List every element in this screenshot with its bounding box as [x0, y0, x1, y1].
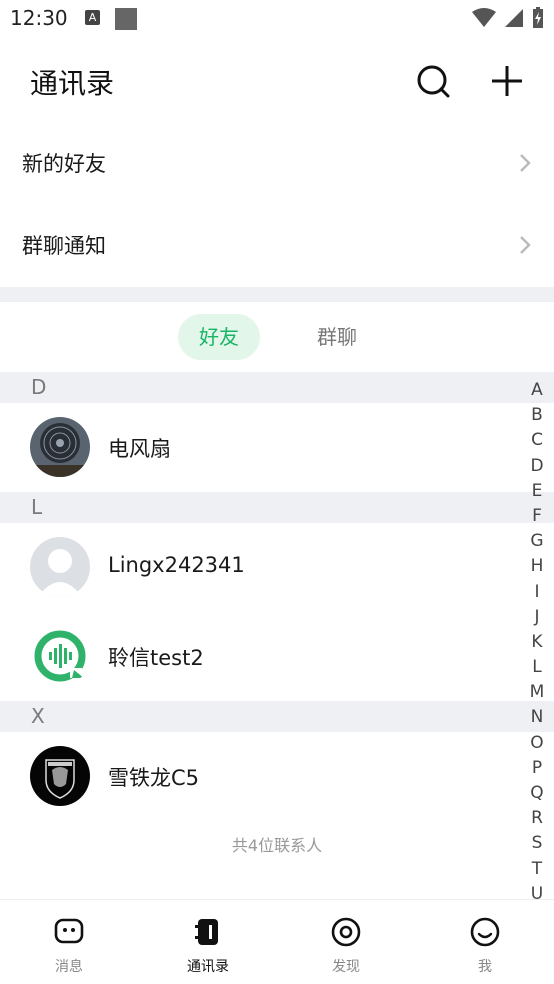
peugeot-logo-icon [30, 746, 90, 806]
search-icon [417, 65, 450, 98]
nav-messages[interactable]: 消息 [0, 900, 138, 984]
nav-label: 通讯录 [187, 959, 229, 975]
nav-me[interactable]: 我 [416, 900, 554, 984]
alphabet-index[interactable]: ABCDEFGHIJKLMNOPQRSTU [526, 378, 548, 907]
default-avatar-icon [30, 537, 90, 597]
notification-icon: A [85, 10, 100, 25]
alphabet-letter[interactable]: I [526, 580, 548, 605]
status-icons [472, 7, 544, 29]
tab-groups[interactable]: 群聊 [296, 314, 378, 360]
nav-label: 我 [478, 959, 492, 975]
add-button[interactable] [488, 62, 526, 100]
contact-name: 聆信test2 [108, 646, 204, 670]
alphabet-letter[interactable]: Q [526, 781, 548, 806]
lingxin-logo-icon [30, 626, 90, 686]
alphabet-letter[interactable]: S [526, 831, 548, 856]
avatar [30, 537, 90, 597]
contact-name: 雪铁龙C5 [108, 766, 200, 790]
signal-icon [505, 9, 523, 27]
alphabet-letter[interactable]: K [526, 630, 548, 655]
page-title: 通讯录 [30, 67, 115, 100]
alphabet-letter[interactable]: F [526, 504, 548, 529]
section-letter: D [31, 375, 47, 399]
section-letter: X [31, 704, 45, 728]
fan-photo-icon [30, 417, 90, 477]
alphabet-letter[interactable]: P [526, 756, 548, 781]
alphabet-letter[interactable]: A [526, 378, 548, 403]
section-letter: L [31, 495, 43, 519]
nav-contacts[interactable]: 通讯录 [139, 900, 277, 984]
alphabet-letter[interactable]: T [526, 857, 548, 882]
alphabet-letter[interactable]: B [526, 403, 548, 428]
contact-count: 共4位联系人 [231, 836, 323, 855]
alphabet-letter[interactable]: G [526, 529, 548, 554]
status-bar: 12:30 A [0, 0, 554, 38]
avatar [30, 626, 90, 686]
contact-name: Lingx242341 [108, 553, 245, 577]
nav-label: 消息 [55, 959, 83, 975]
nav-discover[interactable]: 发现 [277, 900, 415, 984]
alphabet-letter[interactable]: N [526, 705, 548, 730]
contact-tabs: 好友 群聊 [0, 302, 554, 372]
header: 通讯录 [0, 38, 554, 122]
discover-icon [331, 917, 361, 947]
smile-icon [470, 917, 500, 947]
contact-name: 电风扇 [108, 437, 171, 461]
tab-friends[interactable]: 好友 [178, 314, 260, 360]
chevron-right-icon [520, 154, 531, 172]
menu-label: 群聊通知 [22, 234, 106, 258]
status-time: 12:30 [10, 6, 68, 30]
menu-new-friends[interactable]: 新的好友 [0, 122, 554, 204]
menu-label: 新的好友 [22, 152, 106, 176]
section-header: D [0, 372, 554, 403]
alphabet-letter[interactable]: L [526, 655, 548, 680]
alphabet-letter[interactable]: H [526, 554, 548, 579]
alphabet-letter[interactable]: D [526, 454, 548, 479]
plus-icon [492, 66, 522, 96]
chevron-right-icon [520, 236, 531, 254]
contact-row[interactable]: 雪铁龙C5 [0, 732, 530, 822]
battery-icon [533, 7, 543, 28]
menu-group-notices[interactable]: 群聊通知 [0, 204, 554, 286]
contact-row[interactable]: Lingx242341 [0, 523, 530, 613]
search-button[interactable] [414, 62, 452, 100]
bottom-nav: 消息 通讯录 发现 我 [0, 899, 554, 984]
nav-label: 发现 [332, 959, 360, 975]
alphabet-letter[interactable]: E [526, 479, 548, 504]
notification-square-icon [115, 8, 137, 30]
alphabet-letter[interactable]: R [526, 806, 548, 831]
section-header: L [0, 492, 554, 523]
alphabet-letter[interactable]: O [526, 731, 548, 756]
contacts-icon [195, 919, 218, 945]
contact-row[interactable]: 电风扇 [0, 403, 530, 493]
alphabet-letter[interactable]: C [526, 428, 548, 453]
avatar [30, 417, 90, 477]
divider [0, 287, 554, 302]
wifi-icon [472, 8, 496, 27]
alphabet-letter[interactable]: J [526, 605, 548, 630]
contact-row[interactable]: 聆信test2 [0, 612, 530, 702]
chat-icon [54, 918, 84, 944]
section-header: X [0, 701, 554, 732]
avatar [30, 746, 90, 806]
alphabet-letter[interactable]: M [526, 680, 548, 705]
